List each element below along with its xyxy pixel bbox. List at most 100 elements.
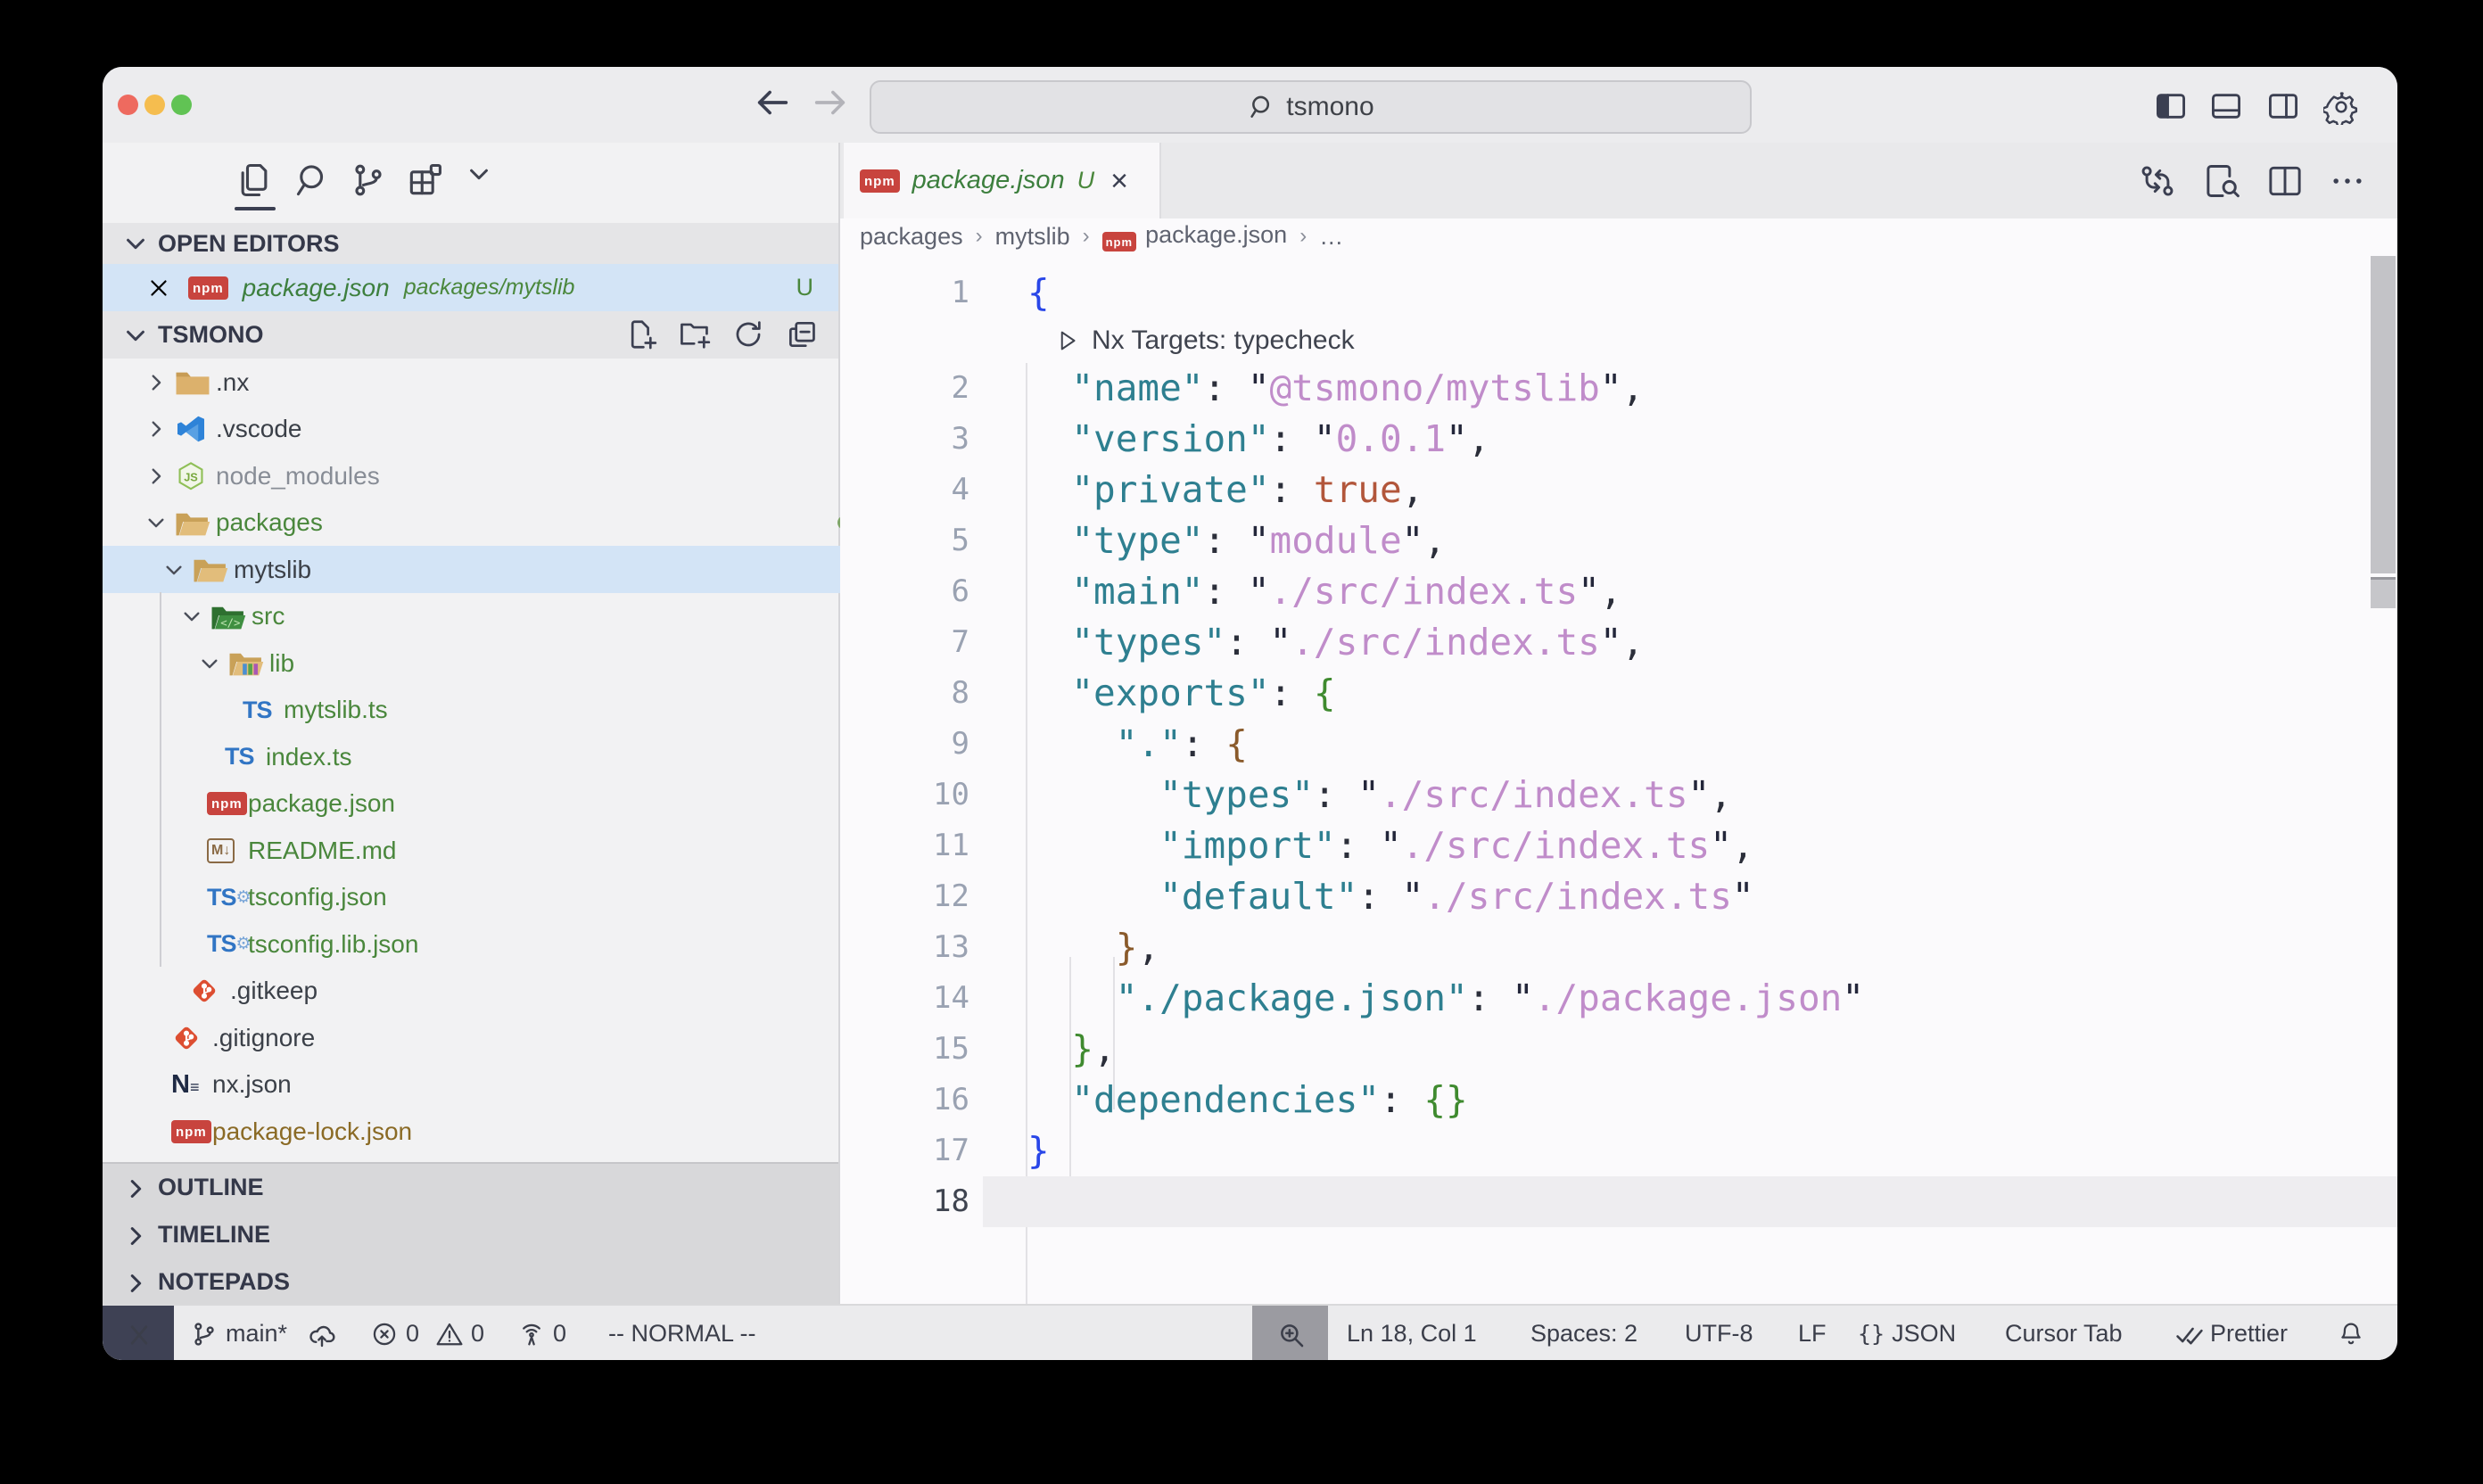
source-control-activity-icon[interactable] <box>349 161 388 200</box>
code-line-3[interactable]: 3 "version": "0.0.1", <box>840 414 2397 465</box>
maximize-window-button[interactable] <box>171 95 192 115</box>
close-tab-icon[interactable]: × <box>1110 166 1128 196</box>
language-mode-item[interactable]: {} JSON <box>1858 1306 1956 1360</box>
tree-item-readme-md[interactable]: M↓README.mdU <box>103 827 943 874</box>
breadcrumb[interactable]: packages›mytslib›npmpackage.json›… <box>840 218 2397 254</box>
section-notepads[interactable]: NOTEPADS <box>103 1258 838 1306</box>
tree-item-packages[interactable]: packages <box>103 499 880 547</box>
settings-gear-icon[interactable] <box>2323 89 2359 125</box>
toggle-sidebar-icon[interactable] <box>2154 89 2190 125</box>
code-line-1[interactable]: 1{ <box>840 268 2397 318</box>
branch-name: main* <box>226 1320 287 1348</box>
problems-item[interactable]: 0 0 <box>370 1306 484 1360</box>
chevron-right-icon <box>122 1270 147 1295</box>
refresh-icon[interactable] <box>731 317 767 353</box>
tree-item-label: README.md <box>248 837 396 865</box>
section-timeline[interactable]: TIMELINE <box>103 1211 838 1258</box>
collapse-all-icon[interactable] <box>785 317 821 353</box>
tree-item-package-lock-json[interactable]: npmpackage-lock.jsonM <box>103 1108 907 1155</box>
vim-mode-item[interactable]: -- NORMAL -- <box>608 1306 755 1360</box>
tree-item-nx-json[interactable]: N≡nx.json <box>103 1061 907 1109</box>
breadcrumb-item[interactable]: … <box>1319 223 1343 251</box>
breadcrumb-item[interactable]: npmpackage.json <box>1102 221 1288 251</box>
broadcast-item[interactable]: 0 <box>517 1306 566 1360</box>
tree-item-package-json[interactable]: npmpackage.jsonU <box>103 780 943 828</box>
tree-item-node-modules[interactable]: JSnode_modules <box>103 452 880 499</box>
folder-src-icon: </> <box>210 598 252 634</box>
extensions-activity-icon[interactable] <box>405 161 444 200</box>
tab-package-json[interactable]: npm package.json U × <box>844 143 1161 218</box>
npm-icon: npm <box>171 1114 212 1150</box>
notifications-item[interactable] <box>2337 1306 2365 1360</box>
code-line-9[interactable]: 9 ".": { <box>840 719 2397 770</box>
code-line-11[interactable]: 11 "import": "./src/index.ts", <box>840 820 2397 871</box>
open-editors-header[interactable]: OPEN EDITORS <box>103 223 838 264</box>
split-editor-icon[interactable] <box>2265 161 2305 201</box>
back-icon[interactable] <box>752 82 798 128</box>
code-line-18[interactable]: 18 <box>840 1176 2397 1227</box>
zoom-in-icon <box>1276 1320 1305 1348</box>
code-line-2[interactable]: 2 "name": "@tsmono/mytslib", <box>840 363 2397 414</box>
cursor-position-item[interactable]: Ln 18, Col 1 <box>1347 1306 1477 1360</box>
publish-cloud-icon <box>307 1320 335 1348</box>
tree-item-label: packages <box>216 508 323 537</box>
tree-item-src[interactable]: </>src <box>103 593 916 640</box>
open-changes-icon[interactable] <box>2138 161 2177 201</box>
line-number: 3 <box>840 414 969 465</box>
explorer-activity-icon[interactable] <box>235 161 274 200</box>
code-line-10[interactable]: 10 "types": "./src/index.ts", <box>840 770 2397 820</box>
cursor-tab-item[interactable]: Cursor Tab <box>2005 1306 2123 1360</box>
tree-item-tsconfig-lib-json[interactable]: TS⚙tsconfig.lib.jsonU <box>103 920 943 968</box>
more-actions-icon[interactable] <box>2328 161 2367 201</box>
breadcrumb-item[interactable]: packages <box>860 223 963 251</box>
code-editor[interactable]: Nx Targets: typecheck 1{ 2 "name": "@tsmo… <box>840 254 2397 1304</box>
new-file-icon[interactable] <box>624 317 660 353</box>
code-line-17[interactable]: 17} <box>840 1125 2397 1176</box>
indentation-item[interactable]: Spaces: 2 <box>1530 1306 1637 1360</box>
formatter-item[interactable]: Prettier <box>2174 1306 2288 1360</box>
close-icon[interactable] <box>145 275 177 301</box>
toggle-secondary-sidebar-icon[interactable] <box>2266 89 2302 125</box>
code-line-15[interactable]: 15 }, <box>840 1024 2397 1075</box>
remote-indicator[interactable] <box>103 1306 174 1360</box>
tree-item--nx[interactable]: .nx <box>103 359 880 406</box>
tree-item-index-ts[interactable]: TSindex.tsU <box>103 733 961 780</box>
tree-item-mytslib[interactable]: mytslib <box>103 546 898 593</box>
open-preview-icon[interactable] <box>2203 161 2242 201</box>
tree-item--gitignore[interactable]: .gitignore <box>103 1014 907 1061</box>
close-window-button[interactable] <box>118 95 138 115</box>
encoding-item[interactable]: UTF-8 <box>1685 1306 1753 1360</box>
code-line-16[interactable]: 16 "dependencies": {} <box>840 1075 2397 1125</box>
code-line-13[interactable]: 13 }, <box>840 922 2397 973</box>
codelens-run-target[interactable]: Nx Targets: typecheck <box>1054 318 1355 363</box>
folder-open-icon <box>193 552 234 588</box>
chevron-right-icon <box>122 1175 147 1200</box>
section-outline[interactable]: OUTLINE <box>103 1164 838 1211</box>
code-line-7[interactable]: 7 "types": "./src/index.ts", <box>840 617 2397 668</box>
tree-item-tsconfig-json[interactable]: TS⚙tsconfig.jsonU <box>103 874 943 921</box>
tree-item-lib[interactable]: lib <box>103 639 934 687</box>
explorer-section-header[interactable]: TSMONO <box>103 311 838 359</box>
screencast-zoom-indicator[interactable] <box>1252 1306 1328 1360</box>
search-activity-icon[interactable] <box>293 161 333 200</box>
code-line-12[interactable]: 12 "default": "./src/index.ts" <box>840 871 2397 922</box>
toggle-panel-icon[interactable] <box>2209 89 2245 125</box>
eol-item[interactable]: LF <box>1798 1306 1827 1360</box>
code-line-8[interactable]: 8 "exports": { <box>840 668 2397 719</box>
tree-item-label: package-lock.json <box>212 1117 412 1146</box>
code-line-14[interactable]: 14 "./package.json": "./package.json" <box>840 973 2397 1024</box>
more-views-chevron-icon[interactable] <box>466 161 505 200</box>
open-editor-filename: package.json <box>243 274 390 302</box>
code-line-4[interactable]: 4 "private": true, <box>840 465 2397 515</box>
open-editor-item[interactable]: npm package.json packages/mytslib U <box>103 264 838 311</box>
minimize-window-button[interactable] <box>144 95 165 115</box>
tree-item--gitkeep[interactable]: .gitkeep <box>103 968 925 1015</box>
code-line-6[interactable]: 6 "main": "./src/index.ts", <box>840 566 2397 617</box>
forward-icon[interactable] <box>810 82 856 128</box>
new-folder-icon[interactable] <box>678 317 714 353</box>
code-line-5[interactable]: 5 "type": "module", <box>840 515 2397 566</box>
command-search-input[interactable]: tsmono <box>870 80 1752 134</box>
breadcrumb-item[interactable]: mytslib <box>995 223 1070 251</box>
tree-item--vscode[interactable]: .vscode <box>103 406 880 453</box>
git-branch-item[interactable]: main* <box>190 1306 335 1360</box>
